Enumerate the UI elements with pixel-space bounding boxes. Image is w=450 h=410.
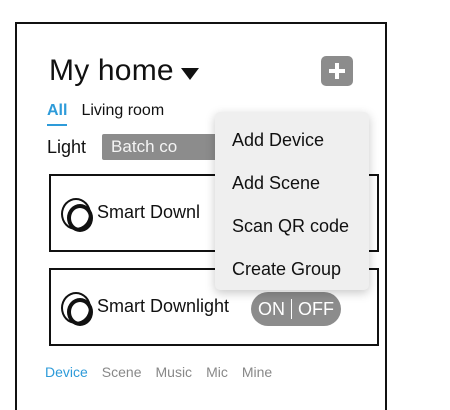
- menu-item-add-scene[interactable]: Add Scene: [215, 171, 369, 214]
- toggle-on-label[interactable]: ON: [258, 299, 285, 320]
- menu-item-create-group[interactable]: Create Group: [215, 257, 369, 300]
- home-title: My home: [49, 54, 174, 87]
- nav-device[interactable]: Device: [45, 364, 88, 380]
- toggle-off-label[interactable]: OFF: [298, 299, 334, 320]
- add-plus-icon[interactable]: [321, 56, 353, 86]
- bottom-nav: Device Scene Music Mic Mine: [45, 364, 375, 380]
- device-name: Smart Downlight: [97, 296, 230, 316]
- app-screen: My home All Living room Light Batch co S…: [15, 22, 387, 410]
- home-selector[interactable]: My home: [49, 54, 199, 88]
- tab-all[interactable]: All: [47, 102, 68, 126]
- tab-living-room[interactable]: Living room: [81, 102, 164, 120]
- nav-music[interactable]: Music: [156, 364, 193, 380]
- nav-mine[interactable]: Mine: [242, 364, 272, 380]
- menu-item-scan-qr[interactable]: Scan QR code: [215, 214, 369, 257]
- caret-down-icon[interactable]: [180, 68, 199, 80]
- add-menu: Add Device Add Scene Scan QR code Create…: [215, 112, 369, 290]
- bulb-icon: [61, 292, 93, 326]
- filter-row: Light Batch co: [47, 134, 223, 160]
- menu-item-add-device[interactable]: Add Device: [215, 128, 369, 171]
- bulb-icon: [61, 198, 93, 232]
- nav-mic[interactable]: Mic: [206, 364, 228, 380]
- room-tabs: All Living room: [47, 102, 178, 126]
- batch-control-button[interactable]: Batch co: [102, 134, 223, 160]
- category-label: Light: [47, 136, 87, 157]
- toggle-divider: [291, 299, 292, 319]
- device-name: Smart Downl: [97, 202, 201, 222]
- nav-scene[interactable]: Scene: [102, 364, 142, 380]
